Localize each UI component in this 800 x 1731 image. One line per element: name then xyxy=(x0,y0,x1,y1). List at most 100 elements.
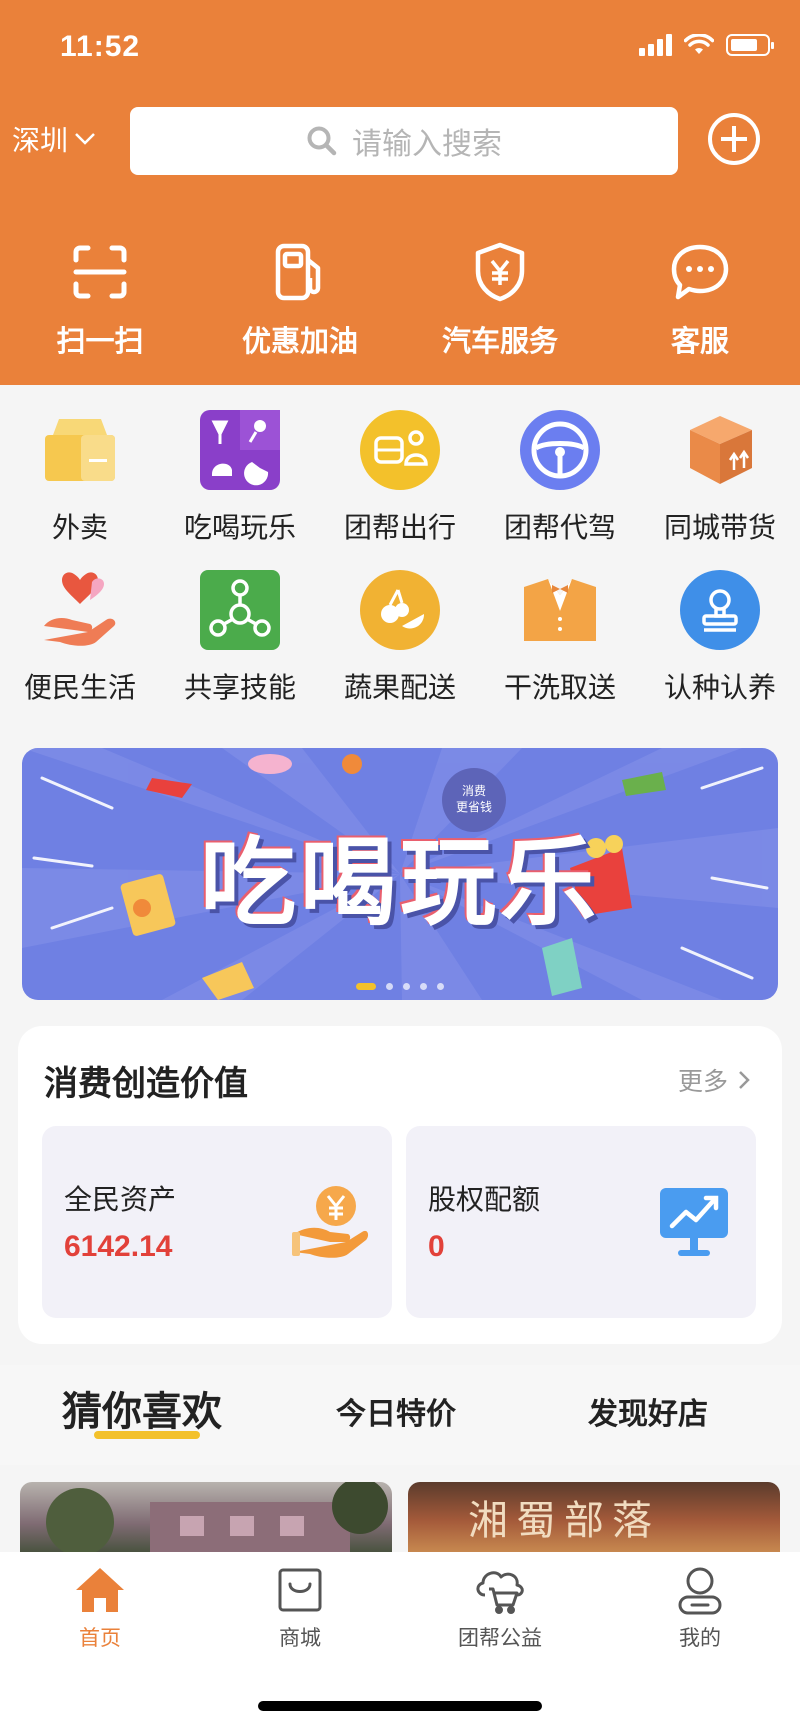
chevron-right-icon xyxy=(739,1071,750,1089)
quick-action-label: 优惠加油 xyxy=(241,324,358,358)
promo-banner[interactable]: 吃喝玩乐 消费 更省钱 xyxy=(22,748,778,1000)
search-icon xyxy=(307,126,337,156)
quick-action-scan[interactable]: 扫一扫 xyxy=(0,240,200,360)
service-adopt-plant[interactable]: 认种认养 xyxy=(640,570,800,730)
nav-label: 团帮公益 xyxy=(458,1626,542,1650)
shield-yen-icon xyxy=(467,240,533,304)
service-travel[interactable]: 团帮出行 xyxy=(320,410,480,570)
asset-tile[interactable]: 全民资产 6142.14 xyxy=(42,1126,392,1318)
nav-charity[interactable]: 团帮公益 xyxy=(440,1564,560,1652)
quick-action-customer-service[interactable]: 客服 xyxy=(600,240,800,360)
coin-hand-icon xyxy=(292,1186,369,1258)
service-takeout[interactable]: 外卖 xyxy=(0,410,160,570)
value-card-title: 消费创造价值 xyxy=(44,1064,248,1104)
network-icon xyxy=(200,570,280,650)
chat-bubble-icon xyxy=(667,240,733,304)
service-label: 共享技能 xyxy=(183,671,296,704)
service-fruit-delivery[interactable]: 蔬果配送 xyxy=(320,570,480,730)
top-header: 11:52 深圳 请输入搜索 扫一扫 优惠加油 汽车服务 客服 xyxy=(0,0,800,385)
stamp-icon xyxy=(680,570,760,650)
banner-title: 吃喝玩乐 xyxy=(200,826,600,939)
banner-badge: 消费 更省钱 xyxy=(442,768,506,832)
building-photo xyxy=(46,1482,388,1552)
quick-action-fuel[interactable]: 优惠加油 xyxy=(200,240,400,360)
city-selector[interactable]: 深圳 xyxy=(12,119,96,159)
takeout-box-icon xyxy=(40,410,120,490)
service-label: 便民生活 xyxy=(23,671,136,704)
service-label: 团帮出行 xyxy=(343,511,456,544)
quick-actions: 扫一扫 优惠加油 汽车服务 客服 xyxy=(0,240,800,360)
parcel-icon xyxy=(680,410,760,490)
status-icons xyxy=(639,34,774,56)
nav-mall[interactable]: 商城 xyxy=(240,1564,360,1652)
search-row: 深圳 请输入搜索 xyxy=(0,105,800,177)
home-indicator xyxy=(258,1701,542,1711)
service-designated-driver[interactable]: 团帮代驾 xyxy=(480,410,640,570)
chevron-down-icon xyxy=(75,133,95,145)
pagination-dot[interactable] xyxy=(420,983,427,990)
shopping-bag-icon xyxy=(273,1564,327,1616)
search-placeholder: 请输入搜索 xyxy=(352,127,502,162)
home-icon xyxy=(73,1564,127,1616)
asset-value: 6142.14 xyxy=(64,1230,173,1263)
cloud-cart-icon xyxy=(473,1564,527,1616)
value-card: 消费创造价值 更多 全民资产 6142.14 股权配额 0 xyxy=(18,1026,782,1344)
service-label: 团帮代驾 xyxy=(503,511,616,544)
nav-label: 商城 xyxy=(279,1626,321,1650)
status-time: 11:52 xyxy=(60,30,141,63)
search-input[interactable]: 请输入搜索 xyxy=(130,107,678,175)
status-bar: 11:52 xyxy=(0,0,800,90)
tab-discover-shops[interactable]: 发现好店 xyxy=(588,1389,708,1433)
service-convenience[interactable]: 便民生活 xyxy=(0,570,160,730)
suit-icon xyxy=(520,570,600,650)
fuel-pump-icon xyxy=(267,240,333,304)
nav-home[interactable]: 首页 xyxy=(40,1564,160,1652)
tab-daily-deals[interactable]: 今日特价 xyxy=(336,1389,456,1433)
nav-label: 首页 xyxy=(79,1626,121,1650)
service-label: 认种认养 xyxy=(663,671,776,704)
product-card-image[interactable] xyxy=(20,1482,392,1552)
travel-icon xyxy=(360,410,440,490)
nav-profile[interactable]: 我的 xyxy=(640,1564,760,1652)
equity-value: 0 xyxy=(428,1230,445,1263)
pagination-dot[interactable] xyxy=(386,983,393,990)
bottom-nav: 首页 商城 团帮公益 我的 xyxy=(0,1552,800,1731)
banner-badge-line2: 更省钱 xyxy=(455,800,492,814)
nav-label: 我的 xyxy=(679,1626,721,1650)
quick-action-label: 汽车服务 xyxy=(441,324,558,358)
service-label: 吃喝玩乐 xyxy=(183,511,296,544)
service-grid: 外卖 吃喝玩乐 团帮出行 团帮代驾 同城带货 便民生活 共享技能 蔬果配送 干洗… xyxy=(0,410,800,730)
heart-hand-icon xyxy=(40,570,120,650)
service-local-delivery[interactable]: 同城带货 xyxy=(640,410,800,570)
entertainment-icon xyxy=(200,410,280,490)
service-shared-skills[interactable]: 共享技能 xyxy=(160,570,320,730)
product-previews: 湘蜀部落 xyxy=(0,1482,800,1552)
chart-monitor-icon xyxy=(660,1188,728,1256)
pagination-dot[interactable] xyxy=(437,983,444,990)
profile-icon xyxy=(673,1564,727,1616)
product-card-image[interactable]: 湘蜀部落 xyxy=(408,1482,780,1552)
service-entertainment[interactable]: 吃喝玩乐 xyxy=(160,410,320,570)
pagination-dot[interactable] xyxy=(356,983,376,990)
service-label: 外卖 xyxy=(51,511,108,544)
steering-wheel-icon xyxy=(520,410,600,490)
service-label: 干洗取送 xyxy=(503,671,616,704)
asset-label: 全民资产 xyxy=(64,1183,177,1216)
quick-action-label: 客服 xyxy=(670,324,729,358)
signal-icon xyxy=(639,34,672,56)
fruit-icon xyxy=(360,570,440,650)
tab-guess-you-like[interactable]: 猜你喜欢 xyxy=(62,1379,222,1437)
banner-badge-line1: 消费 xyxy=(461,784,486,799)
add-button[interactable] xyxy=(708,113,760,165)
pagination-dot[interactable] xyxy=(403,983,410,990)
equity-label: 股权配额 xyxy=(428,1183,541,1216)
scan-icon xyxy=(67,240,133,304)
shop-sign-text: 湘蜀部落 xyxy=(468,1498,660,1544)
banner-pagination xyxy=(22,983,778,990)
equity-tile[interactable]: 股权配额 0 xyxy=(406,1126,756,1318)
feed-tabs: 猜你喜欢 今日特价 发现好店 xyxy=(0,1365,800,1465)
service-dry-cleaning[interactable]: 干洗取送 xyxy=(480,570,640,730)
more-link[interactable]: 更多 xyxy=(678,1062,750,1098)
quick-action-car-service[interactable]: 汽车服务 xyxy=(400,240,600,360)
more-label: 更多 xyxy=(677,1067,728,1096)
